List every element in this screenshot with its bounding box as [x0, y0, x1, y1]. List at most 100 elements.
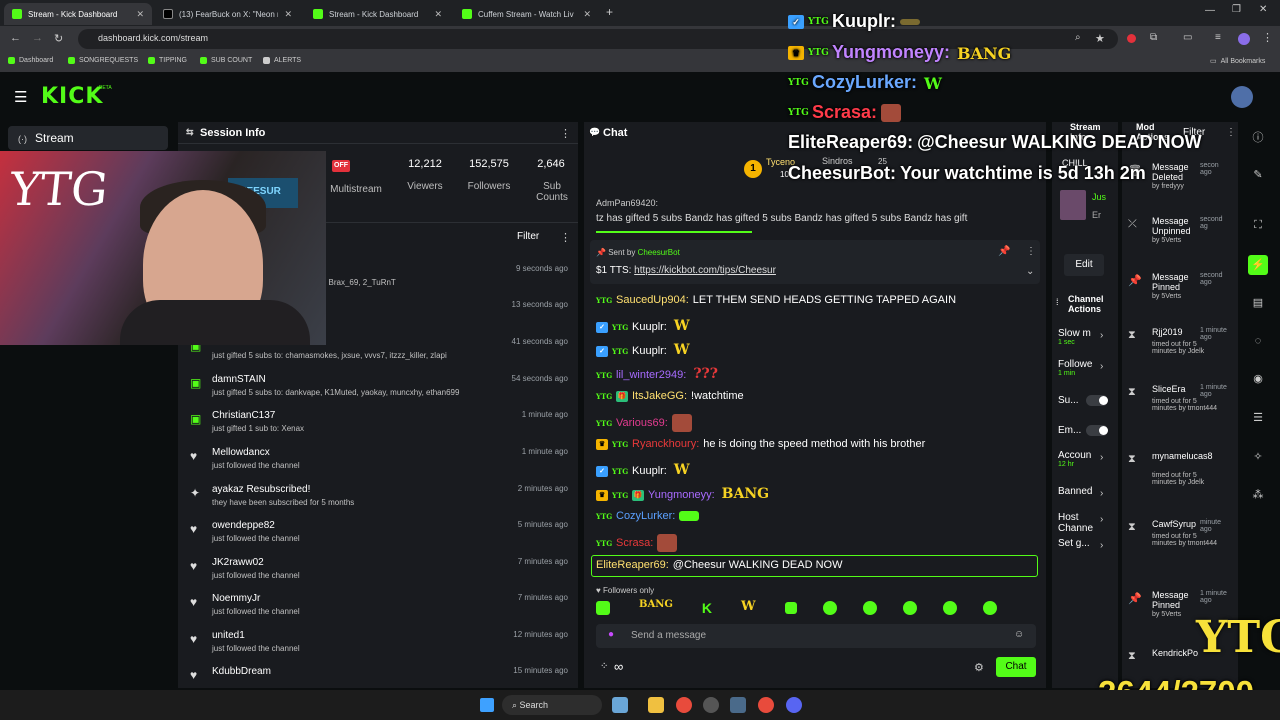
channel-action-item[interactable]: Em... [1058, 425, 1114, 436]
bookmark-item[interactable]: SONGREQUESTS [68, 57, 138, 64]
close-icon[interactable]: ✕ [284, 9, 292, 20]
steam-icon[interactable] [730, 697, 746, 713]
reload-icon[interactable]: ↻ [54, 32, 63, 45]
browser-tab[interactable]: Cuffem Stream - Watch Liv ✕ [454, 3, 599, 25]
emote-k[interactable]: K [702, 600, 712, 616]
chrome-icon-2[interactable] [758, 697, 774, 713]
close-icon[interactable]: ✕ [583, 9, 591, 20]
obs-icon[interactable] [703, 697, 719, 713]
chrome-icon[interactable] [676, 697, 692, 713]
bookmark-item[interactable]: ALERTS [263, 57, 301, 64]
chat-username[interactable]: Kuuplr: [632, 321, 667, 333]
emote-icon[interactable] [902, 601, 917, 615]
document-icon[interactable]: ▤ [1248, 293, 1268, 313]
chat-users-icon[interactable]: ⁘ [600, 661, 608, 672]
file-explorer-icon[interactable] [648, 697, 664, 713]
activity-filter-button[interactable]: Filter [517, 231, 539, 242]
taskbar-search[interactable]: ⌕ Search [502, 695, 602, 715]
windows-start-icon[interactable] [480, 698, 494, 712]
kick-logo[interactable]: KICK [41, 84, 103, 109]
toggle-switch[interactable] [1086, 425, 1108, 436]
chat-settings-gear-icon[interactable]: ⚙ [974, 661, 984, 674]
user-avatar[interactable] [1231, 86, 1253, 108]
chat-username[interactable]: Ryanckhoury: [632, 438, 699, 450]
toggle-switch[interactable] [1086, 395, 1108, 406]
pinned-more-icon[interactable]: ⋮ [1026, 246, 1036, 257]
broadcast-icon[interactable]: ◉ [1248, 369, 1268, 389]
pencil-icon[interactable]: ✎ [1248, 165, 1268, 185]
weather-icon[interactable] [612, 697, 628, 713]
fullscreen-icon[interactable]: ⛶ [1248, 215, 1268, 235]
extension-icon[interactable] [1127, 34, 1136, 43]
emote-bang[interactable]: BANG [636, 599, 676, 617]
channel-action-item[interactable]: Accoun 12 hr › [1058, 450, 1114, 468]
channel-action-item[interactable]: Followe 1 min › [1058, 359, 1114, 377]
chat-username[interactable]: Yungmoneyy: [648, 489, 715, 501]
chat-username[interactable]: SaucedUp904: [616, 294, 689, 306]
wrench-icon[interactable]: ✧ [1248, 447, 1268, 467]
list-icon[interactable]: ☰ [1248, 408, 1268, 428]
chat-username[interactable]: Kuuplr: [632, 465, 667, 477]
lightning-icon[interactable]: ⚡ [1248, 255, 1268, 275]
activity-timestamp: 7 minutes ago [517, 593, 568, 602]
new-tab-icon[interactable]: + [606, 5, 613, 19]
maximize-icon[interactable]: ❐ [1232, 4, 1241, 15]
chat-username[interactable]: CozyLurker: [616, 510, 675, 522]
close-window-icon[interactable]: ✕ [1259, 4, 1267, 15]
info-icon[interactable]: ⓘ [1248, 128, 1268, 148]
sidepanel-icon[interactable]: ▭ [1183, 32, 1192, 43]
extensions-icon[interactable]: ⧉ [1150, 32, 1157, 43]
tts-link[interactable]: https://kickbot.com/tips/Cheesur [634, 265, 776, 276]
channel-action-item[interactable]: Su... [1058, 395, 1114, 406]
bookmark-item[interactable]: TIPPING [148, 57, 187, 64]
emote-icon[interactable] [822, 601, 837, 615]
close-icon[interactable]: ✕ [434, 9, 442, 20]
edit-stream-button[interactable]: Edit [1064, 254, 1104, 276]
chat-message: YTG 🎁 ItsJakeGG: !watchtime [596, 390, 744, 402]
emote-icon[interactable] [982, 601, 997, 615]
more-options-icon[interactable]: ⋮ [560, 127, 571, 140]
cast-icon[interactable]: ≡ [1215, 32, 1221, 43]
mic-icon[interactable]: ● [608, 629, 614, 640]
browser-tab[interactable]: Stream - Kick Dashboard ✕ [4, 3, 152, 25]
emote-w[interactable]: W [738, 599, 759, 617]
chat-bubble-icon[interactable]: ◌ [1248, 331, 1268, 351]
activity-more-icon[interactable]: ⋮ [560, 231, 571, 244]
profile-avatar[interactable] [1238, 33, 1250, 45]
send-chat-button[interactable]: Chat [996, 657, 1036, 677]
channel-action-item[interactable]: Slow m1 sec › [1058, 328, 1114, 346]
message-input[interactable]: ● Send a message ☺ [596, 624, 1036, 648]
emoji-icon[interactable]: ☺ [1014, 629, 1024, 640]
emote-icon[interactable] [784, 602, 797, 614]
zoom-icon[interactable]: ⌕ [1075, 32, 1081, 43]
close-icon[interactable]: ✕ [136, 9, 144, 20]
mod-more-icon[interactable]: ⋮ [1226, 127, 1236, 138]
users-icon[interactable]: ⁂ [1248, 485, 1268, 505]
emote-icon[interactable] [942, 601, 957, 615]
menu-icon[interactable]: ⋮ [1262, 31, 1273, 44]
channel-action-item[interactable]: Banned › [1058, 486, 1114, 499]
all-bookmarks[interactable]: ▭ All Bookmarks [1210, 57, 1265, 66]
channel-action-item[interactable]: Set g... › [1058, 538, 1114, 551]
browser-tab[interactable]: (13) FearBuck on X: "Neon mad ✕ [155, 3, 300, 25]
back-icon[interactable]: ← [10, 32, 21, 44]
minimize-icon[interactable]: — [1205, 5, 1215, 16]
chat-username[interactable]: ItsJakeGG: [632, 390, 687, 402]
discord-icon[interactable] [786, 697, 802, 713]
channel-action-item[interactable]: Host Channe › [1058, 512, 1114, 534]
browser-tab[interactable]: Stream - Kick Dashboard ✕ [305, 3, 450, 25]
bookmark-item[interactable]: SUB COUNT [200, 57, 252, 64]
emote-icon[interactable] [862, 601, 877, 615]
forward-icon[interactable]: → [32, 32, 43, 44]
chat-username[interactable]: Scrasa: [616, 537, 653, 549]
chat-username[interactable]: Kuuplr: [632, 345, 667, 357]
hamburger-menu-icon[interactable]: ☰ [14, 88, 27, 106]
chat-username[interactable]: lil_winter2949: [616, 369, 686, 381]
sidebar-item-stream[interactable]: (·) Stream [8, 126, 168, 150]
bookmark-item[interactable]: Dashboard [8, 57, 53, 64]
emote-icon[interactable] [596, 601, 610, 615]
bookmark-star-icon[interactable]: ★ [1095, 32, 1105, 45]
pin-icon[interactable]: 📌 [998, 246, 1010, 257]
chevron-down-icon[interactable]: ⌄ [1026, 266, 1034, 277]
chat-username[interactable]: Various69: [616, 417, 668, 429]
